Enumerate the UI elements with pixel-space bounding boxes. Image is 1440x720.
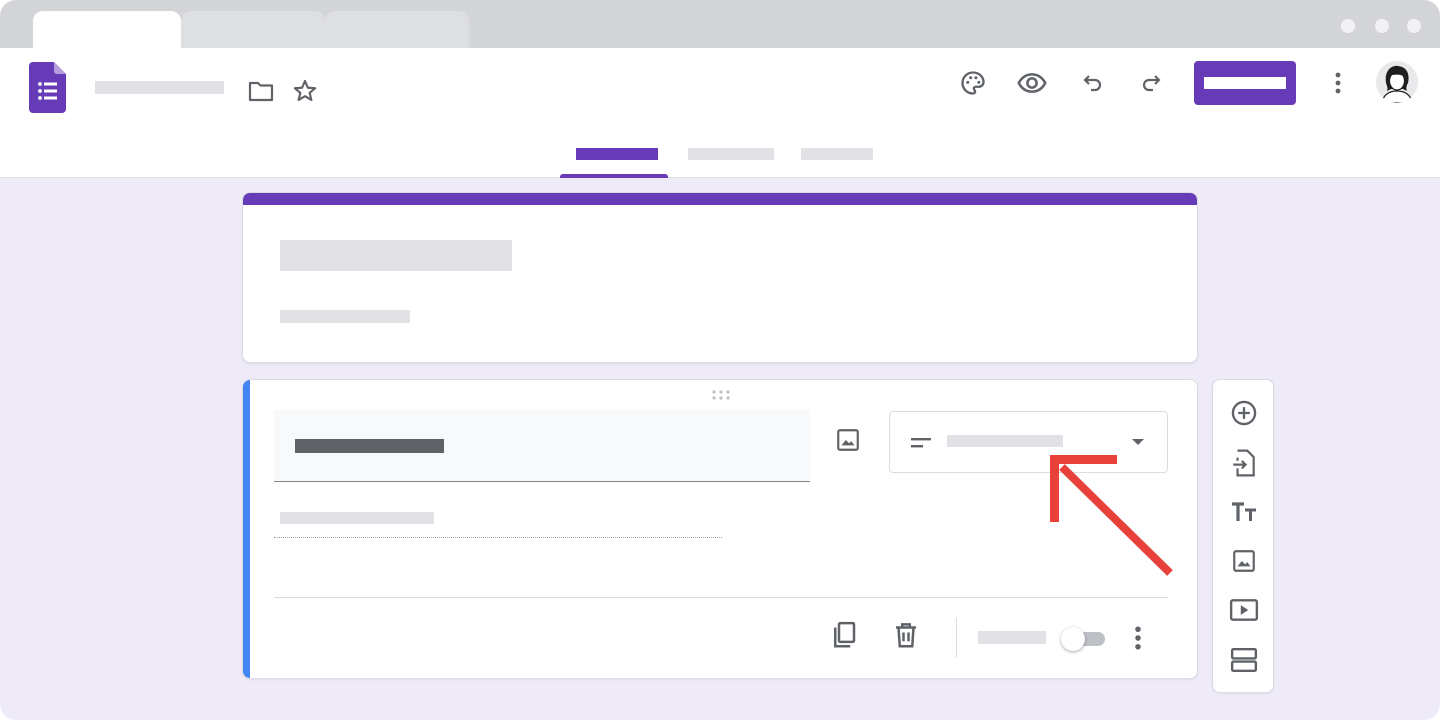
more-options-icon[interactable]: [1123, 623, 1153, 653]
import-questions-icon[interactable]: [1228, 447, 1260, 479]
question-title-input[interactable]: [274, 410, 810, 482]
tab-responses[interactable]: [688, 148, 774, 160]
send-button[interactable]: [1194, 61, 1296, 105]
browser-tab[interactable]: [181, 11, 325, 48]
floating-toolbar: [1212, 379, 1274, 693]
form-title-field[interactable]: [95, 81, 224, 94]
add-image-icon[interactable]: [1228, 545, 1260, 577]
browser-tab-bar: [0, 0, 1440, 48]
question-type-select[interactable]: [889, 411, 1168, 473]
browser-tab-active[interactable]: [33, 11, 181, 48]
add-title-icon[interactable]: [1228, 496, 1260, 528]
add-question-icon[interactable]: [1228, 397, 1260, 429]
question-card[interactable]: [242, 379, 1198, 679]
theme-color-bar: [243, 193, 1197, 205]
footer-separator: [956, 618, 957, 658]
app-window: [0, 0, 1440, 720]
required-label: [978, 631, 1046, 644]
add-video-icon[interactable]: [1228, 594, 1260, 626]
undo-icon[interactable]: [1077, 68, 1107, 98]
preview-eye-icon[interactable]: [1017, 68, 1047, 98]
window-control-dot-icon[interactable]: [1375, 19, 1389, 33]
redo-icon[interactable]: [1137, 68, 1167, 98]
window-control-dot-icon[interactable]: [1341, 19, 1355, 33]
window-control-dot-icon[interactable]: [1407, 19, 1421, 33]
form-description[interactable]: [280, 310, 410, 323]
more-vert-icon[interactable]: [1323, 68, 1353, 98]
tab-settings[interactable]: [801, 148, 873, 160]
folder-icon[interactable]: [246, 76, 276, 106]
star-icon[interactable]: [290, 76, 320, 106]
delete-icon[interactable]: [891, 620, 921, 650]
short-answer-icon: [911, 438, 931, 448]
tab-questions[interactable]: [576, 148, 658, 160]
account-avatar[interactable]: [1376, 61, 1418, 103]
google-forms-icon[interactable]: [29, 62, 66, 113]
answer-underline: [274, 537, 722, 538]
required-toggle[interactable]: [1061, 626, 1109, 652]
active-tab-indicator: [560, 174, 668, 178]
palette-icon[interactable]: [958, 68, 988, 98]
dropdown-caret-icon: [1132, 439, 1144, 445]
forms-header: [0, 48, 1440, 178]
form-title[interactable]: [280, 240, 512, 271]
add-section-icon[interactable]: [1228, 644, 1260, 676]
duplicate-icon[interactable]: [829, 620, 859, 650]
browser-tab[interactable]: [325, 11, 469, 48]
form-header-card[interactable]: [242, 192, 1198, 363]
answer-placeholder: [280, 512, 434, 524]
active-question-indicator: [243, 380, 250, 678]
drag-handle-icon[interactable]: [711, 389, 731, 401]
add-image-icon[interactable]: [835, 427, 861, 453]
card-footer-divider: [274, 597, 1168, 598]
